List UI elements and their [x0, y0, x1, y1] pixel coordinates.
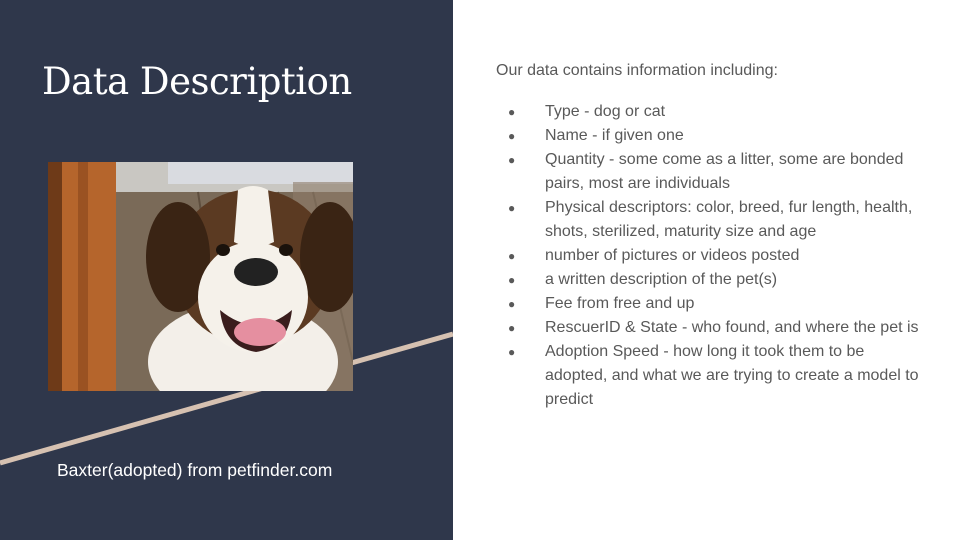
list-item: Quantity - some come as a litter, some a… — [504, 148, 919, 196]
slide-title: Data Description — [42, 60, 352, 103]
list-item: Type - dog or cat — [504, 100, 919, 124]
list-item: Name - if given one — [504, 124, 919, 148]
dog-photo — [48, 162, 353, 391]
list-item: RescuerID & State - who found, and where… — [504, 316, 919, 340]
list-item: number of pictures or videos posted — [504, 244, 919, 268]
list-item: Physical descriptors: color, breed, fur … — [504, 196, 919, 244]
bullet-list: Type - dog or cat Name - if given one Qu… — [504, 100, 919, 412]
intro-text: Our data contains information including: — [496, 62, 778, 79]
photo-caption: Baxter(adopted) from petfinder.com — [57, 460, 333, 480]
list-item: Fee from free and up — [504, 292, 919, 316]
list-item: Adoption Speed - how long it took them t… — [504, 340, 919, 412]
left-panel: Data Description Baxter(adopted) from pe… — [0, 0, 453, 540]
list-item: a written description of the pet(s) — [504, 268, 919, 292]
